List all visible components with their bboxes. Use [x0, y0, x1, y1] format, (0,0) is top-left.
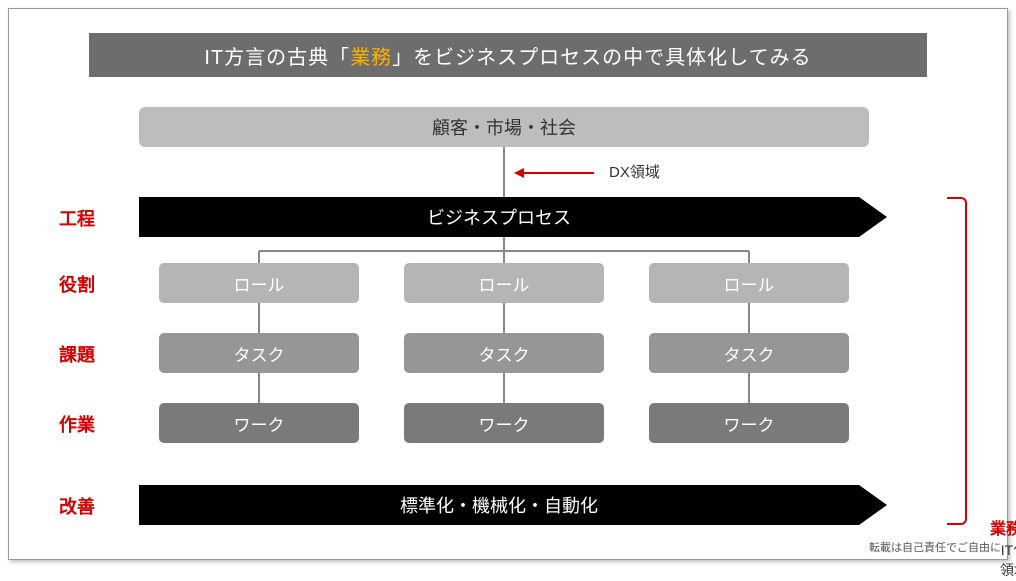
top-box-text: 顧客・市場・社会: [432, 114, 576, 140]
role-cell: ロール: [649, 263, 849, 303]
process-text: ビジネスプロセス: [139, 197, 859, 237]
dx-label: DX領域: [609, 161, 660, 182]
work-cell: ワーク: [159, 403, 359, 443]
footnote: 転載は自己責任でご自由に: [869, 539, 1001, 555]
diagram-frame: IT方言の古典「業務」をビジネスプロセスの中で具体化してみる 顧客・市場・社会 …: [8, 8, 1008, 560]
task-cell: タスク: [159, 333, 359, 373]
task-row: タスク タスク タスク: [159, 333, 849, 373]
row-label-work: 作業: [59, 411, 119, 437]
bracket-sub2: 領域: [979, 561, 1016, 581]
row-label-task: 課題: [59, 341, 119, 367]
arrow-left-icon: [514, 167, 594, 179]
bracket: 業務？ IT化 領域: [947, 197, 967, 525]
role-cell: ロール: [404, 263, 604, 303]
improve-arrow: 標準化・機械化・自動化: [139, 485, 887, 525]
row-label-role: 役割: [59, 271, 119, 297]
process-arrow: ビジネスプロセス: [139, 197, 887, 237]
task-cell: タスク: [404, 333, 604, 373]
work-cell: ワーク: [404, 403, 604, 443]
row-label-process: 工程: [59, 205, 119, 231]
task-cell: タスク: [649, 333, 849, 373]
work-row: ワーク ワーク ワーク: [159, 403, 849, 443]
arrow-head-icon: [859, 197, 887, 237]
top-box-customer: 顧客・市場・社会: [139, 107, 869, 147]
role-cell: ロール: [159, 263, 359, 303]
dx-arrow: [514, 167, 600, 179]
row-label-improve: 改善: [59, 493, 119, 519]
arrow-head-icon: [859, 485, 887, 525]
work-cell: ワーク: [649, 403, 849, 443]
improve-text: 標準化・機械化・自動化: [139, 485, 859, 525]
role-row: ロール ロール ロール: [159, 263, 849, 303]
grid: ロール ロール ロール タスク タスク タスク ワーク ワーク ワーク: [159, 263, 849, 443]
